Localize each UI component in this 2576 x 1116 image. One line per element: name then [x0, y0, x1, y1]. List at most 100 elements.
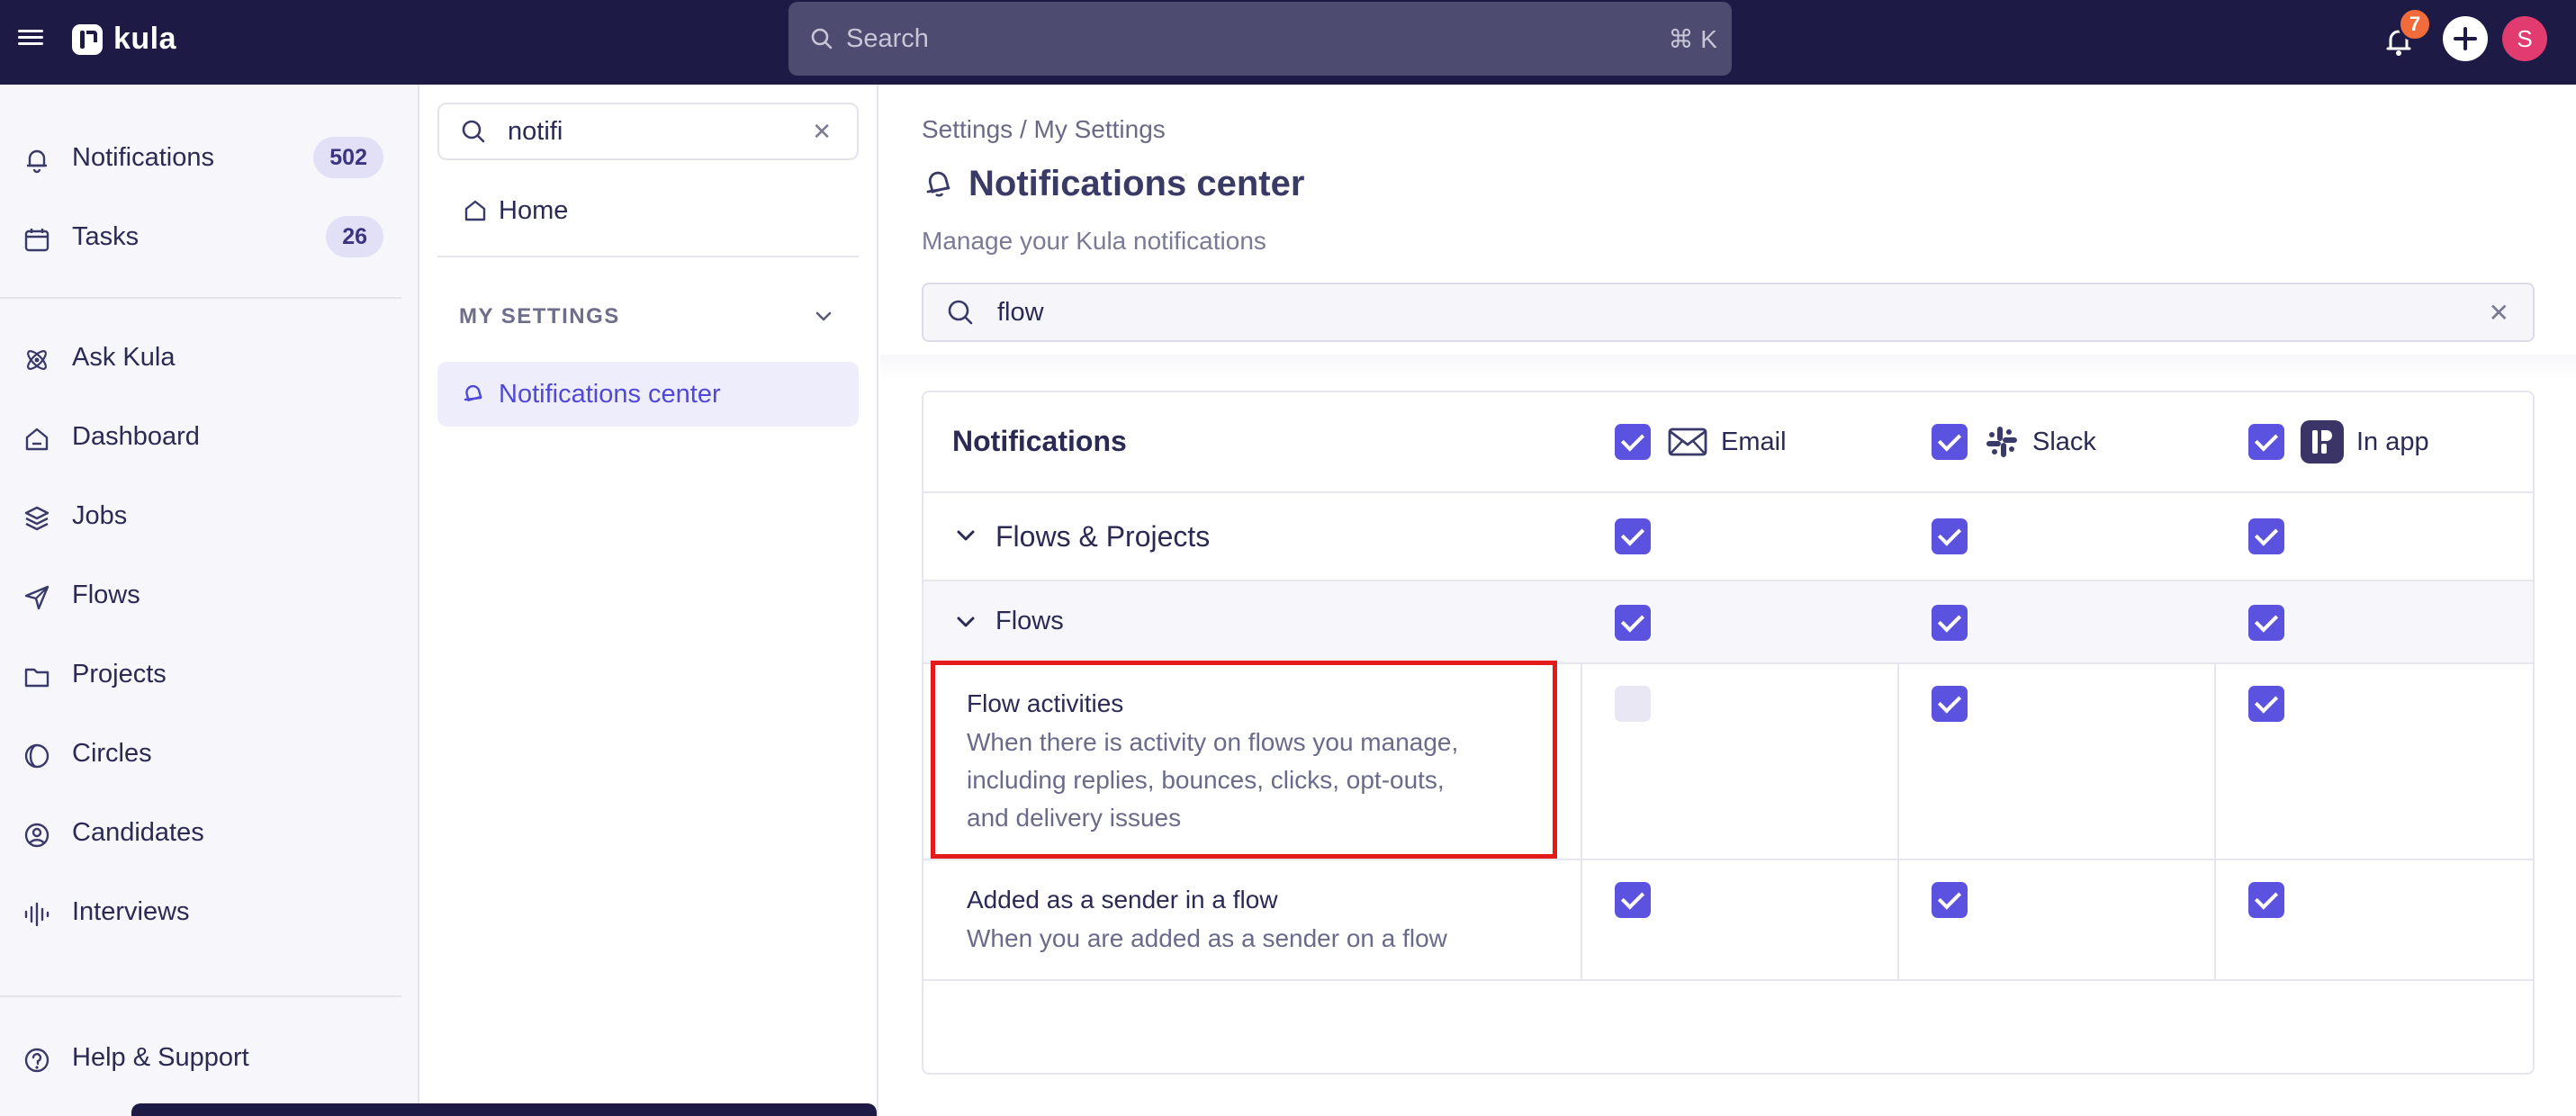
breadcrumb[interactable]: Settings / My Settings	[922, 115, 1166, 144]
sidebar-item-label: Dashboard	[72, 421, 200, 451]
sidebar-item-label: Flows	[72, 580, 140, 609]
item-description-line: When you are added as a sender on a flow	[967, 924, 1447, 952]
home-icon	[25, 428, 49, 451]
my-settings-section-toggle[interactable]: MY SETTINGS	[437, 299, 859, 335]
chevron-down-icon[interactable]	[954, 610, 977, 634]
slack-icon	[1986, 427, 2017, 457]
audio-wave-icon	[24, 902, 50, 927]
sidebar-item-label: Ask Kula	[72, 342, 176, 372]
item-description-line: and delivery issues	[967, 804, 1182, 832]
global-search-input[interactable]: Search ⌘ K	[788, 2, 1732, 76]
sidebar-item-candidates[interactable]: Candidates	[0, 803, 419, 862]
sidebar-item-flows[interactable]: Flows	[0, 565, 419, 625]
page-title-text: Notifications center	[968, 163, 1305, 203]
flow-activities-inapp-checkbox[interactable]	[2248, 686, 2284, 722]
subgroup-email-checkbox[interactable]	[1615, 605, 1651, 641]
circles-icon	[24, 743, 50, 769]
top-bar: kula Search ⌘ K 7 S	[0, 0, 2576, 85]
page-subtitle: Manage your Kula notifications	[922, 227, 1266, 255]
inapp-all-checkbox[interactable]	[2248, 424, 2284, 460]
sidebar-item-dashboard[interactable]: Dashboard	[0, 407, 419, 466]
column-divider	[2214, 664, 2216, 981]
send-icon	[24, 585, 50, 610]
table-row: Flow activities When there is activity o…	[923, 664, 2533, 860]
avatar[interactable]: S	[2502, 16, 2547, 61]
slack-all-checkbox[interactable]	[1932, 424, 1968, 460]
notifications-table: Notifications Email Slack In app Flows &…	[922, 391, 2535, 1075]
header-shadow	[880, 355, 2576, 382]
group-row-flows-projects[interactable]: Flows & Projects	[923, 493, 2533, 581]
sidebar-item-tasks[interactable]: Tasks 26	[0, 207, 419, 266]
layers-icon	[24, 506, 50, 531]
main-content: Settings / My Settings Notifications cen…	[880, 85, 2576, 1116]
sidebar-item-circles[interactable]: Circles	[0, 724, 419, 783]
item-title: Added as a sender in a flow	[967, 886, 1278, 914]
sidebar-item-ask-kula[interactable]: Ask Kula	[0, 328, 419, 387]
atom-icon	[27, 350, 47, 370]
user-circle-icon	[24, 823, 50, 848]
item-description: When you are added as a sender on a flow	[967, 920, 1543, 958]
column-divider	[1581, 664, 1582, 981]
item-description: When there is activity on flows you mana…	[967, 724, 1543, 837]
group-inapp-checkbox[interactable]	[2248, 518, 2284, 554]
settings-nav-home[interactable]: Home	[437, 184, 859, 238]
item-title: Flow activities	[967, 689, 1124, 717]
kula-logo-icon	[72, 23, 103, 55]
sidebar-item-label: Notifications	[72, 142, 214, 172]
my-settings-section-label: MY SETTINGS	[459, 304, 620, 328]
settings-nav-home-label: Home	[499, 195, 569, 225]
clear-search-icon[interactable]: ✕	[2489, 298, 2509, 328]
logo[interactable]: kula	[72, 22, 176, 57]
search-shortcut: ⌘ K	[1668, 24, 1717, 53]
sidebar-divider	[0, 297, 401, 299]
channel-slack-header: Slack	[1932, 419, 2096, 464]
search-icon	[462, 120, 485, 143]
mail-icon	[1668, 428, 1707, 456]
added-sender-email-checkbox[interactable]	[1615, 882, 1651, 918]
email-all-checkbox[interactable]	[1615, 424, 1651, 460]
create-button[interactable]	[2443, 16, 2488, 61]
item-description-line: including replies, bounces, clicks, opt-…	[967, 766, 1445, 794]
settings-nav-active-label: Notifications center	[499, 379, 721, 409]
chevron-down-icon[interactable]	[954, 524, 977, 547]
search-placeholder: Search	[846, 23, 929, 53]
sidebar-item-help-support[interactable]: Help & Support	[0, 1028, 419, 1087]
page-title: Notifications center	[922, 158, 1304, 209]
sidebar-item-label: Projects	[72, 659, 167, 688]
added-sender-slack-checkbox[interactable]	[1932, 882, 1968, 918]
menu-icon[interactable]	[18, 26, 43, 51]
folder-icon	[24, 668, 50, 688]
chevron-down-icon	[815, 311, 832, 321]
added-sender-inapp-checkbox[interactable]	[2248, 882, 2284, 918]
channel-email-label: Email	[1721, 427, 1787, 456]
channel-inapp-label: In app	[2356, 427, 2429, 456]
notifications-search-value: flow	[997, 297, 1044, 327]
sidebar-item-jobs[interactable]: Jobs	[0, 486, 419, 545]
subgroup-inapp-checkbox[interactable]	[2248, 605, 2284, 641]
help-icon	[24, 1048, 50, 1073]
kula-app-icon	[2301, 420, 2344, 464]
sidebar-divider	[0, 995, 401, 997]
sidebar-item-interviews[interactable]: Interviews	[0, 882, 419, 941]
clear-search-icon[interactable]: ✕	[812, 118, 832, 146]
flow-activities-email-checkbox[interactable]	[1615, 686, 1651, 722]
bell-icon	[926, 171, 950, 197]
settings-search-input[interactable]: notifi ✕	[437, 103, 859, 160]
sidebar-item-notifications[interactable]: Notifications 502	[0, 128, 419, 187]
group-email-checkbox[interactable]	[1615, 518, 1651, 554]
search-icon	[948, 300, 973, 325]
home-icon	[464, 200, 486, 221]
sidebar-item-label: Jobs	[72, 500, 128, 530]
channel-email-header: Email	[1615, 419, 1787, 464]
settings-nav-notifications-center[interactable]: Notifications center	[437, 362, 859, 427]
sidebar: Notifications 502 Tasks 26 Ask Kula Dash…	[0, 85, 419, 1116]
group-slack-checkbox[interactable]	[1932, 518, 1968, 554]
flow-activities-slack-checkbox[interactable]	[1932, 686, 1968, 722]
notifications-search-input[interactable]: flow ✕	[922, 283, 2535, 342]
subgroup-row-flows[interactable]: Flows	[923, 581, 2533, 664]
search-icon	[811, 28, 833, 50]
settings-nav-panel: notifi ✕ Home MY SETTINGS Notifications …	[419, 85, 878, 1116]
subgroup-slack-checkbox[interactable]	[1932, 605, 1968, 641]
sidebar-item-projects[interactable]: Projects	[0, 644, 419, 704]
bell-icon	[464, 384, 482, 402]
